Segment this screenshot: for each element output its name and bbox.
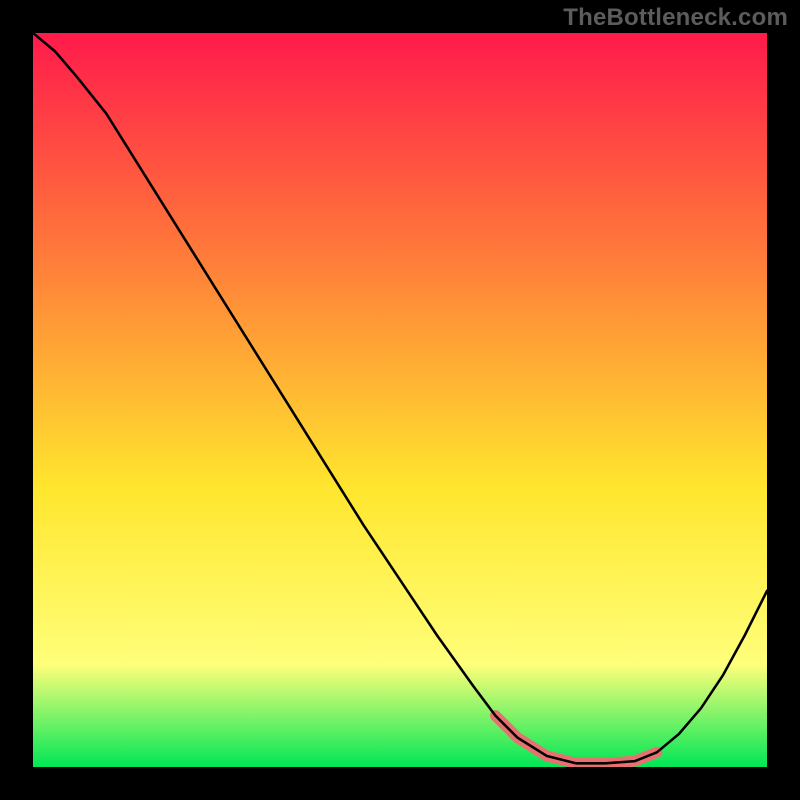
chart-svg: [33, 33, 767, 767]
chart-frame: TheBottleneck.com: [0, 0, 800, 800]
plot-area: [33, 33, 767, 767]
watermark-text: TheBottleneck.com: [563, 4, 788, 32]
gradient-background: [33, 33, 767, 767]
